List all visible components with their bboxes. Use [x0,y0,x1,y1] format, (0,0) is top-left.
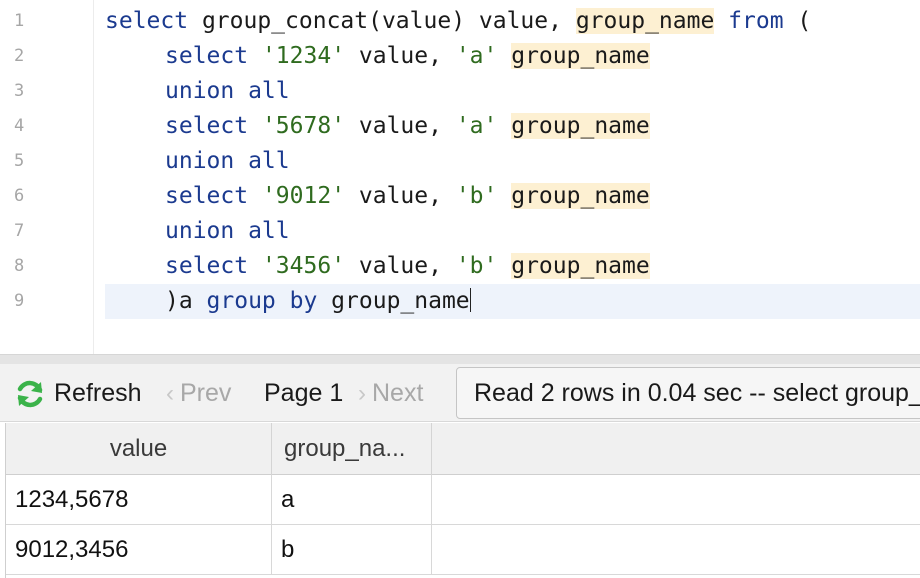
query-status-field[interactable]: Read 2 rows in 0.04 sec -- select group_… [456,367,920,419]
highlighted-identifier: group_name [511,253,650,279]
sql-keyword: select [165,113,249,139]
sql-string: '1234' [261,43,346,69]
sql-string: 'a' [455,113,498,139]
results-grid[interactable]: value group_na... 1234,5678 a 9012,3456 … [5,423,920,578]
sql-text: value, [345,183,456,209]
column-header-group-name[interactable]: group_na... [272,423,432,475]
grid-header: value group_na... [6,423,920,475]
line-number: 2 [14,46,25,66]
highlighted-identifier: group_name [511,113,650,139]
text-caret [469,288,472,312]
cell-group-name[interactable]: a [272,475,432,525]
cell-group-name[interactable]: b [272,525,432,575]
line-number: 4 [14,116,25,136]
sql-string: 'a' [455,43,498,69]
sql-keyword: group by [206,288,318,314]
chevron-right-icon: › [358,380,366,407]
sql-text: group_concat(value) value, [188,8,576,34]
prev-button[interactable]: ‹ Prev [166,364,231,422]
refresh-icon[interactable] [14,378,46,410]
cell-value[interactable]: 1234,5678 [6,475,272,525]
code-line[interactable]: select '1234' value, 'a' group_name [105,39,920,74]
prev-label: Prev [180,379,232,407]
line-number: 5 [14,151,25,171]
code-line[interactable]: select '5678' value, 'a' group_name [105,109,920,144]
sql-string: 'b' [455,253,498,279]
refresh-button[interactable]: Refresh [54,364,142,422]
code-line[interactable]: select group_concat(value) value, group_… [105,4,920,39]
sql-string: '9012' [261,183,346,209]
sql-editor[interactable]: 1 2 3 4 5 6 7 8 9 select group_concat(value) val… [0,0,920,354]
sql-string: 'b' [455,183,498,209]
sql-keyword: union all [165,218,290,244]
column-header-value[interactable]: value [6,423,272,475]
line-number: 9 [14,291,25,311]
line-number: 6 [14,186,25,206]
code-line-current[interactable]: )a group by group_name [105,284,920,319]
code-line[interactable]: union all [105,74,920,109]
line-number-gutter: 1 2 3 4 5 6 7 8 9 [0,0,94,354]
sql-text: )a [165,288,207,314]
sql-string: '3456' [261,253,346,279]
code-line[interactable]: union all [105,214,920,249]
line-number: 3 [14,81,25,101]
sql-text: value, [345,43,456,69]
line-number: 7 [14,221,25,241]
sql-keyword: select [105,8,189,34]
line-number: 8 [14,256,25,276]
next-button[interactable]: › Next [358,364,423,422]
sql-keyword: select [165,253,249,279]
sql-text: value, [345,113,456,139]
sql-keyword: union all [165,148,290,174]
highlighted-identifier: group_name [575,8,715,34]
next-label: Next [372,379,424,407]
code-line[interactable]: select '9012' value, 'b' group_name [105,179,920,214]
sql-string: '5678' [261,113,346,139]
page-indicator: Page 1 [264,379,344,407]
line-number: 1 [14,11,25,31]
panel-splitter[interactable] [0,354,920,364]
highlighted-identifier: group_name [511,43,650,69]
sql-text: value, [345,253,456,279]
sql-keyword: select [165,183,249,209]
table-row[interactable]: 9012,3456 b [6,525,920,575]
sql-keyword: select [165,43,249,69]
code-line[interactable]: select '3456' value, 'b' group_name [105,249,920,284]
table-row[interactable]: 1234,5678 a [6,475,920,525]
sql-text: group_name [317,288,470,314]
sql-keyword: from [728,8,784,34]
results-toolbar: Refresh ‹ Prev Page 1 › Next Read 2 rows i… [0,364,920,422]
sql-text: ( [783,8,812,34]
code-line[interactable]: union all [105,144,920,179]
cell-value[interactable]: 9012,3456 [6,525,272,575]
highlighted-identifier: group_name [511,183,650,209]
sql-keyword: union all [165,78,290,104]
chevron-left-icon: ‹ [166,380,174,407]
